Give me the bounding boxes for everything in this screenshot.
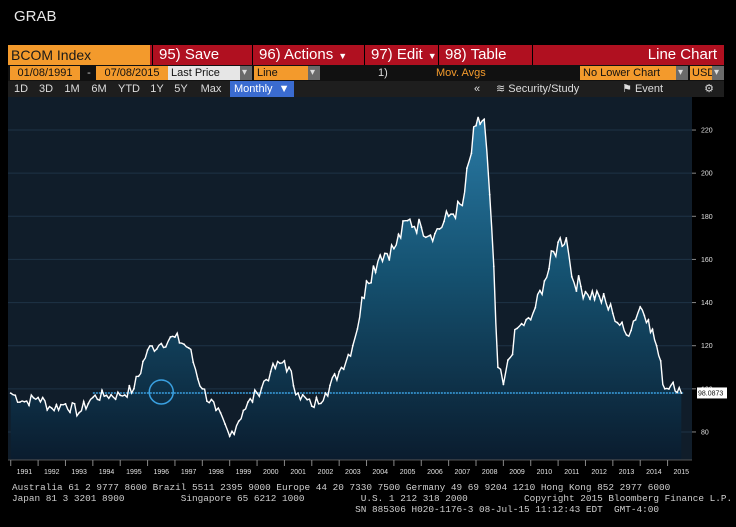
- x-tick-label: 2012: [591, 469, 607, 476]
- x-tick-label: 1999: [236, 469, 252, 476]
- start-date-input[interactable]: 01/08/1991: [10, 66, 80, 80]
- x-tick-label: 2008: [482, 469, 498, 476]
- save-as-button[interactable]: 95) Save As...: [152, 45, 252, 83]
- x-tick-label: 2010: [537, 469, 553, 476]
- actions-label: 96) Actions: [259, 46, 334, 63]
- price-chart: 1991 1992 1993 1994 1995 1996 1997 1998 1999 2000…: [8, 97, 727, 476]
- period-1m-button[interactable]: 1M: [60, 81, 84, 97]
- y-tick-label: 220: [701, 128, 713, 135]
- end-date-input[interactable]: 07/08/2015: [96, 66, 168, 80]
- period-ytd-button[interactable]: YTD: [114, 81, 144, 97]
- price-field-select[interactable]: Last Price: [168, 66, 240, 80]
- y-tick-label: 180: [701, 214, 713, 221]
- x-tick-label: 1997: [181, 469, 197, 476]
- x-tick-label: 1994: [99, 469, 115, 476]
- window-title: GRAB: [14, 8, 57, 25]
- x-tick-label: 2011: [564, 469, 579, 476]
- chevron-down-icon: ▼: [338, 51, 348, 61]
- x-tick-label: 2000: [263, 469, 279, 476]
- last-price-label: 98.0873: [698, 390, 723, 397]
- x-tick-label: 2015: [673, 469, 689, 476]
- chevron-down-icon: ▼: [275, 83, 290, 95]
- footer-line-1: Australia 61 2 9777 8600 Brazil 5511 239…: [12, 482, 671, 493]
- x-tick-label: 1995: [126, 469, 142, 476]
- period-3d-button[interactable]: 3D: [35, 81, 57, 97]
- security-study-label: Security/Study: [508, 83, 580, 95]
- event-label: Event: [634, 83, 664, 95]
- x-tick-label: 2009: [509, 469, 525, 476]
- period-1y-button[interactable]: 1Y: [146, 81, 168, 97]
- edit-menu[interactable]: 97) Edit ▼: [364, 45, 438, 65]
- chart-type-label: Line Chart: [532, 45, 724, 65]
- period-6m-button[interactable]: 6M: [87, 81, 111, 97]
- x-tick-label: 2001: [290, 469, 306, 476]
- collapse-button[interactable]: «: [470, 81, 484, 97]
- x-tick-label: 1996: [153, 469, 169, 476]
- last-price-badge: 98.0873: [697, 387, 727, 399]
- x-axis-ticks: 1991 1992 1993 1994 1995 1996 1997 1998 1999 2000…: [10, 460, 689, 476]
- footer-line-3: SN 885306 H020-1176-3 08-Jul-15 11:12:43…: [12, 504, 659, 515]
- chevron-down-icon[interactable]: [712, 66, 724, 80]
- x-tick-label: 2002: [318, 469, 334, 476]
- period-1d-button[interactable]: 1D: [10, 81, 32, 97]
- period-max-button[interactable]: Max: [196, 81, 226, 97]
- chart-style-select[interactable]: Line: [254, 66, 308, 80]
- y-axis-panel: [692, 97, 724, 460]
- x-tick-label: 1998: [208, 469, 224, 476]
- chevron-down-icon[interactable]: [240, 66, 252, 80]
- frequency-label: Monthly: [234, 83, 273, 95]
- x-tick-label: 2005: [400, 469, 416, 476]
- table-label: 98) Table: [445, 46, 507, 63]
- y-tick-label: 80: [701, 429, 709, 436]
- edit-label: 97) Edit: [371, 46, 423, 63]
- x-tick-label: 2003: [345, 469, 361, 476]
- date-separator: -: [87, 67, 91, 79]
- y-tick-label: 120: [701, 343, 713, 350]
- x-tick-label: 2013: [619, 469, 635, 476]
- x-tick-label: 2007: [455, 469, 471, 476]
- event-button[interactable]: ⚑ Event: [622, 81, 688, 97]
- line-chart-icon: ≋: [496, 83, 506, 95]
- x-tick-label: 1991: [17, 469, 33, 476]
- x-tick-label: 2014: [646, 469, 662, 476]
- actions-menu[interactable]: 96) Actions ▼: [252, 45, 364, 65]
- gear-icon[interactable]: ⚙: [700, 81, 718, 97]
- currency-select[interactable]: USD: [690, 66, 715, 80]
- footer-line-2: Japan 81 3 3201 8900 Singapore 65 6212 1…: [12, 493, 733, 504]
- y-tick-label: 160: [701, 257, 713, 264]
- chevron-down-icon: ▼: [427, 51, 437, 61]
- compare-value[interactable]: Mov. Avgs: [436, 66, 496, 80]
- period-5y-button[interactable]: 5Y: [170, 81, 192, 97]
- flag-icon: ⚑: [622, 83, 632, 95]
- x-tick-label: 2004: [372, 469, 388, 476]
- lower-chart-select[interactable]: No Lower Chart: [580, 66, 676, 80]
- table-button[interactable]: 98) Table: [438, 45, 532, 65]
- x-tick-label: 2006: [427, 469, 443, 476]
- frequency-select[interactable]: Monthly ▼: [230, 81, 294, 97]
- x-tick-label: 1993: [71, 469, 87, 476]
- security-study-button[interactable]: ≋ Security/Study: [496, 81, 616, 97]
- y-tick-label: 140: [701, 300, 713, 307]
- y-tick-label: 200: [701, 171, 713, 178]
- x-tick-label: 1992: [44, 469, 60, 476]
- ticker-field[interactable]: BCOM Index: [8, 45, 150, 65]
- chevron-down-icon[interactable]: [308, 66, 320, 80]
- compare-label[interactable]: 1) Compare: [378, 66, 436, 93]
- chevron-down-icon[interactable]: [676, 66, 688, 80]
